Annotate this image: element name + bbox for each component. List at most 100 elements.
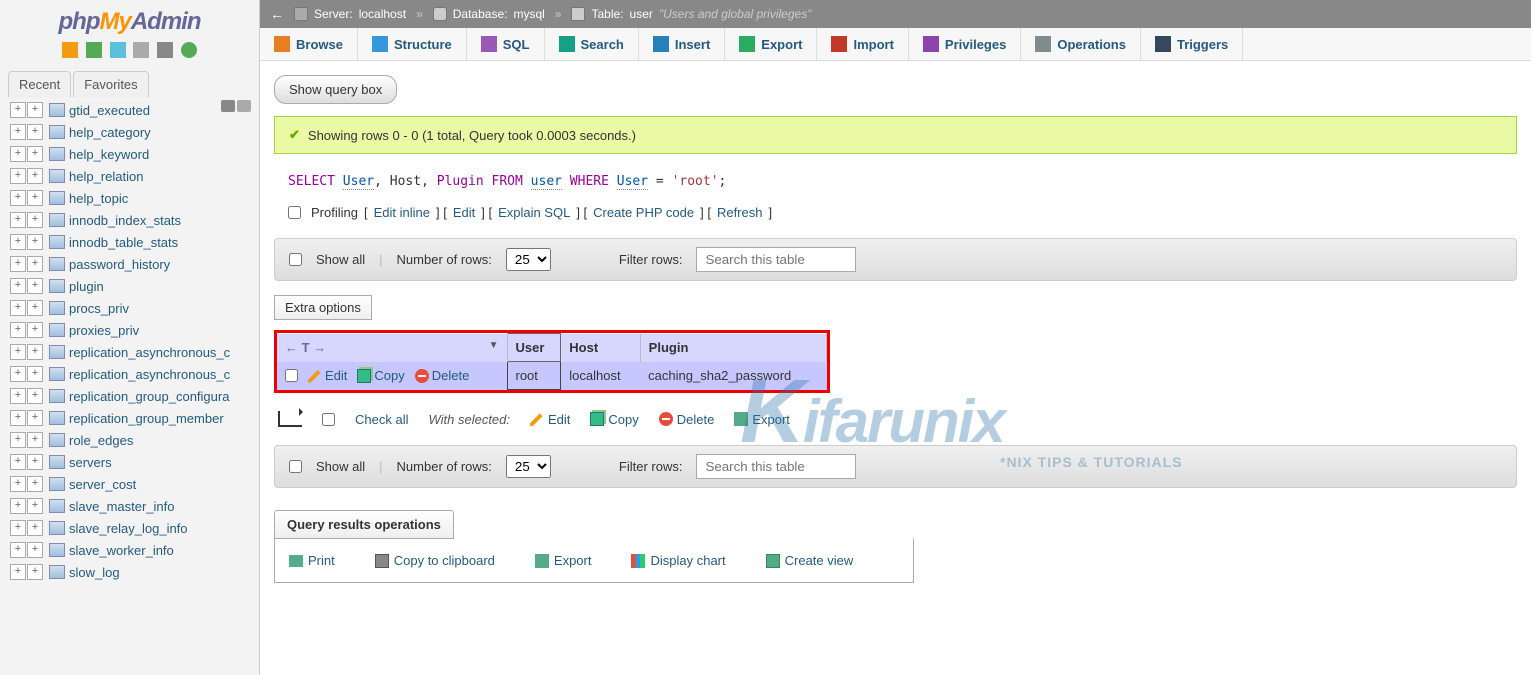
- expand-icon[interactable]: +: [10, 520, 26, 536]
- expand-icon[interactable]: +: [10, 102, 26, 118]
- profiling-checkbox[interactable]: [288, 206, 301, 219]
- menu-privileges[interactable]: Privileges: [909, 28, 1021, 60]
- expand-icon[interactable]: +: [10, 322, 26, 338]
- col-host[interactable]: Host: [561, 334, 640, 362]
- link-icon[interactable]: [237, 100, 251, 112]
- tree-item-label[interactable]: innodb_table_stats: [69, 235, 178, 250]
- view-link[interactable]: Create view: [766, 553, 854, 568]
- tree-item-label[interactable]: help_topic: [69, 191, 128, 206]
- tree-item-label[interactable]: procs_priv: [69, 301, 129, 316]
- sql-icon[interactable]: [133, 42, 149, 58]
- expand-icon[interactable]: +: [10, 410, 26, 426]
- tree-item[interactable]: ++replication_group_configura: [10, 385, 259, 407]
- chart-link[interactable]: Display chart: [631, 553, 725, 568]
- expand-icon[interactable]: +: [10, 542, 26, 558]
- exit-icon[interactable]: [86, 42, 102, 58]
- tab-favorites[interactable]: Favorites: [73, 71, 148, 97]
- row-delete[interactable]: Delete: [415, 368, 470, 383]
- tree-item[interactable]: ++ innodb_index_stats: [10, 209, 259, 231]
- docs-icon[interactable]: [110, 42, 126, 58]
- bulk-export[interactable]: Export: [734, 412, 790, 427]
- expand-icon[interactable]: +: [27, 564, 43, 580]
- extra-options-button[interactable]: Extra options: [274, 295, 372, 320]
- bulk-delete[interactable]: Delete: [659, 412, 715, 427]
- edit-link[interactable]: Edit: [453, 205, 475, 220]
- expand-icon[interactable]: +: [27, 190, 43, 206]
- tree-item-label[interactable]: proxies_priv: [69, 323, 139, 338]
- expand-icon[interactable]: +: [10, 146, 26, 162]
- expand-icon[interactable]: +: [10, 388, 26, 404]
- expand-icon[interactable]: +: [27, 102, 43, 118]
- col-user[interactable]: User: [507, 334, 561, 362]
- back-icon[interactable]: ←: [270, 6, 284, 22]
- tree-item[interactable]: ++ replication_asynchronous_c: [10, 341, 259, 363]
- menu-triggers[interactable]: Triggers: [1141, 28, 1243, 60]
- show-all-checkbox-2[interactable]: [289, 460, 302, 473]
- show-all-checkbox[interactable]: [289, 253, 302, 266]
- tree-item[interactable]: ++ proxies_priv: [10, 319, 259, 341]
- row-checkbox[interactable]: [285, 369, 298, 382]
- expand-icon[interactable]: +: [10, 212, 26, 228]
- tree-item[interactable]: ++password_history: [10, 253, 259, 275]
- gear-icon[interactable]: [157, 42, 173, 58]
- expand-icon[interactable]: +: [27, 322, 43, 338]
- expand-icon[interactable]: +: [10, 256, 26, 272]
- tree-item-label[interactable]: password_history: [69, 257, 170, 272]
- export-link[interactable]: Export: [535, 553, 592, 568]
- breadcrumb-server[interactable]: localhost: [359, 7, 406, 21]
- expand-icon[interactable]: +: [27, 168, 43, 184]
- expand-icon[interactable]: +: [27, 366, 43, 382]
- menu-operations[interactable]: Operations: [1021, 28, 1141, 60]
- tree-item[interactable]: ++slave_master_info: [10, 495, 259, 517]
- create-php-link[interactable]: Create PHP code: [593, 205, 694, 220]
- menu-structure[interactable]: Structure: [358, 28, 467, 60]
- expand-icon[interactable]: +: [10, 168, 26, 184]
- tree-item[interactable]: ++ procs_priv: [10, 297, 259, 319]
- tree-item-label[interactable]: replication_group_member: [69, 411, 224, 426]
- expand-icon[interactable]: +: [27, 344, 43, 360]
- expand-icon[interactable]: +: [27, 212, 43, 228]
- menu-import[interactable]: Import: [817, 28, 908, 60]
- tree-item[interactable]: ++servers: [10, 451, 259, 473]
- tree-item-label[interactable]: slow_log: [69, 565, 120, 580]
- expand-icon[interactable]: +: [27, 124, 43, 140]
- check-all-checkbox[interactable]: [322, 413, 335, 426]
- tree-item-label[interactable]: help_category: [69, 125, 151, 140]
- expand-icon[interactable]: +: [10, 564, 26, 580]
- tree-item-label[interactable]: servers: [69, 455, 112, 470]
- logo[interactable]: phpMyAdmin: [0, 0, 259, 38]
- tree-item[interactable]: ++help_category: [10, 121, 259, 143]
- expand-icon[interactable]: +: [27, 388, 43, 404]
- tree-item-label[interactable]: replication_asynchronous_c: [69, 345, 230, 360]
- expand-icon[interactable]: +: [27, 300, 43, 316]
- expand-icon[interactable]: +: [10, 344, 26, 360]
- row-edit[interactable]: Edit: [308, 368, 347, 383]
- refresh-link[interactable]: Refresh: [717, 205, 763, 220]
- nav-tree[interactable]: ++gtid_executed++help_category++help_key…: [0, 97, 259, 675]
- expand-icon[interactable]: +: [10, 300, 26, 316]
- tree-item-label[interactable]: slave_worker_info: [69, 543, 174, 558]
- tree-item-label[interactable]: slave_relay_log_info: [69, 521, 188, 536]
- tree-item[interactable]: ++replication_asynchronous_c: [10, 363, 259, 385]
- expand-icon[interactable]: +: [10, 278, 26, 294]
- tree-item-label[interactable]: help_relation: [69, 169, 143, 184]
- tree-item[interactable]: ++role_edges: [10, 429, 259, 451]
- expand-icon[interactable]: +: [10, 190, 26, 206]
- col-plugin[interactable]: Plugin: [640, 334, 826, 362]
- reload-icon[interactable]: [181, 42, 197, 58]
- copy-clipboard-link[interactable]: Copy to clipboard: [375, 553, 495, 568]
- tree-item-label[interactable]: innodb_index_stats: [69, 213, 181, 228]
- tree-item-label[interactable]: role_edges: [69, 433, 133, 448]
- tree-item[interactable]: ++help_keyword: [10, 143, 259, 165]
- home-icon[interactable]: [62, 42, 78, 58]
- explain-link[interactable]: Explain SQL: [498, 205, 570, 220]
- menu-search[interactable]: Search: [545, 28, 639, 60]
- print-link[interactable]: Print: [289, 553, 335, 568]
- menu-browse[interactable]: Browse: [260, 28, 358, 60]
- breadcrumb-db[interactable]: mysql: [513, 7, 544, 21]
- expand-icon[interactable]: +: [27, 410, 43, 426]
- breadcrumb-table[interactable]: user: [630, 7, 653, 21]
- rows-select-2[interactable]: 25: [506, 455, 551, 478]
- bulk-copy[interactable]: Copy: [590, 412, 638, 427]
- filter-input[interactable]: [696, 247, 856, 272]
